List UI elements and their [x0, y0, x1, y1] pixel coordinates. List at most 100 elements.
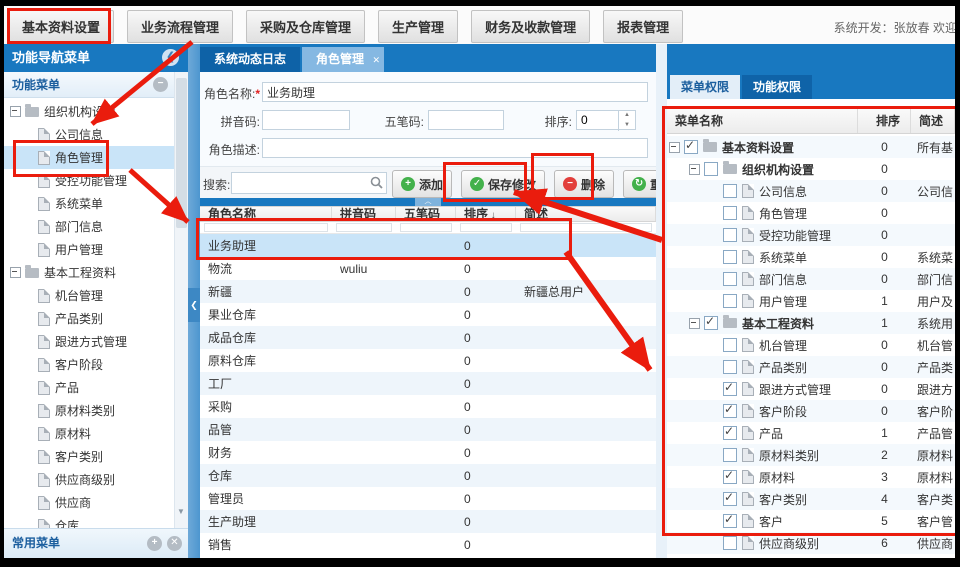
wubi-input[interactable]	[428, 110, 504, 130]
permission-tree-row[interactable]: 原材料类别2原材料	[667, 444, 955, 466]
pinyin-input[interactable]	[262, 110, 350, 130]
permission-checkbox[interactable]	[704, 162, 718, 176]
permission-checkbox[interactable]	[723, 294, 737, 308]
permission-checkbox[interactable]	[723, 360, 737, 374]
section-collapse-icon[interactable]: −	[153, 77, 168, 92]
stepper-up-icon[interactable]: ▲	[619, 111, 635, 121]
role-name-input[interactable]	[262, 82, 648, 102]
table-filter-box[interactable]	[520, 223, 652, 232]
search-input[interactable]	[231, 172, 387, 194]
table-row[interactable]: 物流wuliu0	[200, 257, 656, 280]
sidebar-scrollbar[interactable]: ▼	[174, 72, 188, 528]
permission-tree-row[interactable]: 供应商	[667, 554, 955, 558]
table-row[interactable]: 管理员0	[200, 487, 656, 510]
tab-close-icon[interactable]: ✕	[372, 48, 380, 73]
table-column-header[interactable]: 拼音码	[332, 207, 396, 221]
permission-tree-row[interactable]: 跟进方式管理0跟进方	[667, 378, 955, 400]
table-row[interactable]: 业务助理0	[200, 234, 656, 257]
top-menu-item[interactable]: 生产管理	[378, 10, 458, 43]
table-row[interactable]: 销售0	[200, 533, 656, 556]
sidebar-collapse-icon[interactable]: ❮	[162, 49, 179, 66]
sidebar-tree-item[interactable]: 用户管理	[4, 238, 174, 261]
stepper-down-icon[interactable]: ▼	[619, 121, 635, 131]
top-menu-item[interactable]: 报表管理	[603, 10, 683, 43]
permission-tree-row[interactable]: 原材料3原材料	[667, 466, 955, 488]
table-row[interactable]: 果业仓库0	[200, 303, 656, 326]
horizontal-splitter-collapse-icon[interactable]: ︿	[415, 198, 441, 206]
sidebar-tree-item[interactable]: 产品	[4, 376, 174, 399]
permission-column-header[interactable]: 排序	[858, 109, 911, 133]
save-button[interactable]: ✓保存修改	[461, 170, 545, 198]
tab-role-management[interactable]: 角色管理 ✕	[302, 47, 384, 72]
permission-tree-row[interactable]: 系统菜单0系统菜	[667, 246, 955, 268]
permission-tree-row[interactable]: 公司信息0公司信	[667, 180, 955, 202]
permission-tree-row[interactable]: 产品类别0产品类	[667, 356, 955, 378]
table-filter-box[interactable]	[400, 223, 452, 232]
table-row[interactable]: 工厂0	[200, 372, 656, 395]
tab-system-log[interactable]: 系统动态日志	[200, 47, 300, 72]
table-row[interactable]: 原料仓库0	[200, 349, 656, 372]
tab-function-permission[interactable]: 功能权限	[742, 75, 812, 99]
scrollbar-thumb[interactable]	[176, 78, 187, 228]
horizontal-splitter[interactable]: ︿	[200, 198, 656, 206]
sidebar-tree-item[interactable]: 客户阶段	[4, 353, 174, 376]
permission-checkbox[interactable]	[723, 250, 737, 264]
permission-tree-row[interactable]: 部门信息0部门信	[667, 268, 955, 290]
permission-checkbox[interactable]	[723, 206, 737, 220]
sidebar-tree-item[interactable]: 原材料类别	[4, 399, 174, 422]
table-row[interactable]: 新疆0新疆总用户	[200, 280, 656, 303]
left-splitter-collapse-icon[interactable]: ❮	[188, 288, 200, 322]
sidebar-tree-item[interactable]: 受控功能管理	[4, 169, 174, 192]
tree-expander-icon[interactable]	[689, 164, 700, 175]
permission-checkbox[interactable]	[723, 536, 737, 550]
left-splitter[interactable]: ❮	[188, 44, 200, 558]
right-splitter[interactable]	[656, 44, 667, 558]
sidebar-tree-item[interactable]: 公司信息	[4, 123, 174, 146]
sort-stepper[interactable]: ▲▼	[576, 110, 636, 130]
permission-checkbox[interactable]	[723, 338, 737, 352]
sidebar-tree-item[interactable]: 基本工程资料	[4, 261, 174, 284]
sidebar-tree-item[interactable]: 原材料	[4, 422, 174, 445]
permission-checkbox[interactable]	[723, 426, 737, 440]
footer-close-icon[interactable]: ✕	[167, 536, 182, 551]
permission-tree-row[interactable]: 用户管理1用户及	[667, 290, 955, 312]
sidebar-tree-item[interactable]: 系统菜单	[4, 192, 174, 215]
permission-checkbox[interactable]	[723, 514, 737, 528]
permission-checkbox[interactable]	[723, 404, 737, 418]
permission-column-header[interactable]: 简述	[911, 109, 955, 133]
permission-checkbox[interactable]	[704, 316, 718, 330]
permission-tree-row[interactable]: 基本工程资料1系统用	[667, 312, 955, 334]
sidebar-tree-item[interactable]: 部门信息	[4, 215, 174, 238]
tree-expander-icon[interactable]	[10, 267, 21, 278]
tab-menu-permission[interactable]: 菜单权限	[670, 75, 740, 99]
tree-expander-icon[interactable]	[669, 142, 680, 153]
table-row[interactable]: 财务0	[200, 441, 656, 464]
table-filter-box[interactable]	[460, 223, 512, 232]
permission-checkbox[interactable]	[723, 492, 737, 506]
permission-checkbox[interactable]	[723, 470, 737, 484]
sidebar-tree-item[interactable]: 跟进方式管理	[4, 330, 174, 353]
permission-tree-row[interactable]: 产品1产品管	[667, 422, 955, 444]
role-desc-input[interactable]	[262, 138, 648, 158]
permission-tree-row[interactable]: 角色管理0	[667, 202, 955, 224]
permission-tree-row[interactable]: 客户5客户管	[667, 510, 955, 532]
permission-checkbox[interactable]	[723, 228, 737, 242]
top-menu-item[interactable]: 基本资料设置	[8, 10, 114, 43]
permission-tree-row[interactable]: 基本资料设置0所有基	[667, 136, 955, 158]
permission-tree-row[interactable]: 机台管理0机台管	[667, 334, 955, 356]
permission-checkbox[interactable]	[723, 382, 737, 396]
top-menu-item[interactable]: 业务流程管理	[127, 10, 233, 43]
permission-tree-row[interactable]: 供应商级别6供应商	[667, 532, 955, 554]
tree-expander-icon[interactable]	[689, 318, 700, 329]
permission-checkbox[interactable]	[723, 184, 737, 198]
sidebar-tree-item[interactable]: 组织机构设置	[4, 100, 174, 123]
delete-button[interactable]: −删除	[554, 170, 614, 198]
permission-column-header[interactable]: 菜单名称	[667, 109, 858, 133]
table-filter-box[interactable]	[204, 223, 328, 232]
permission-checkbox[interactable]	[723, 448, 737, 462]
table-column-header[interactable]: 角色名称	[200, 207, 332, 221]
tree-expander-icon[interactable]	[10, 106, 21, 117]
table-row[interactable]: 成品仓库0	[200, 326, 656, 349]
sidebar-tree-item[interactable]: 仓库	[4, 514, 174, 528]
table-column-header[interactable]: 五笔码	[396, 207, 456, 221]
